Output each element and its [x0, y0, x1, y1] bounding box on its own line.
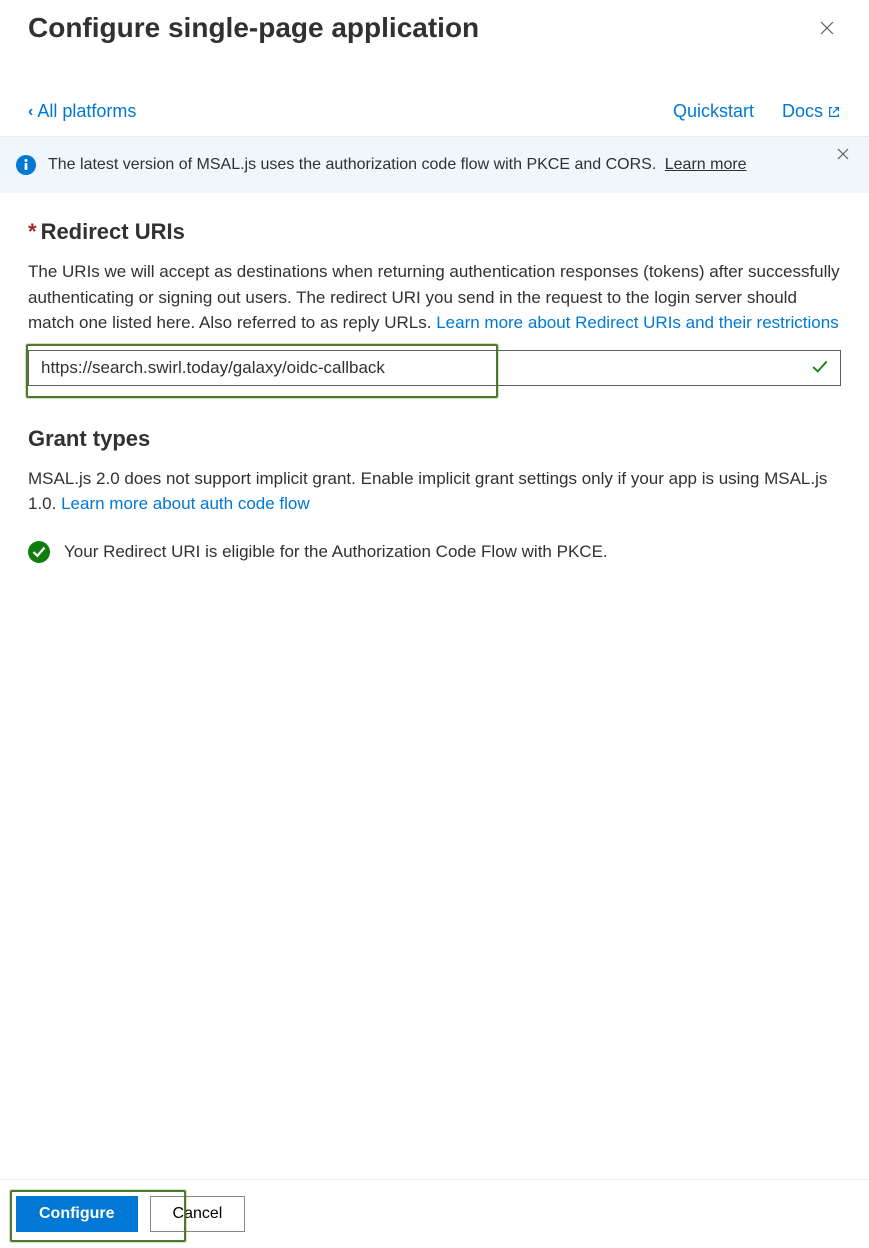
- all-platforms-label: All platforms: [37, 101, 136, 122]
- cancel-button[interactable]: Cancel: [150, 1196, 246, 1232]
- banner-learn-more-link[interactable]: Learn more: [665, 156, 747, 173]
- docs-link[interactable]: Docs: [782, 101, 841, 122]
- banner-close-button[interactable]: [837, 147, 849, 163]
- info-banner: The latest version of MSAL.js uses the a…: [0, 137, 869, 193]
- footer: Configure Cancel: [0, 1179, 869, 1248]
- close-button[interactable]: [813, 14, 841, 47]
- banner-text: The latest version of MSAL.js uses the a…: [48, 156, 656, 173]
- external-link-icon: [827, 105, 841, 119]
- grant-learn-more-link[interactable]: Learn more about auth code flow: [61, 494, 310, 513]
- quickstart-link[interactable]: Quickstart: [673, 101, 754, 122]
- all-platforms-link[interactable]: ‹ All platforms: [28, 101, 136, 122]
- close-icon: [819, 20, 835, 36]
- grant-types-heading: Grant types: [28, 426, 841, 452]
- page-title: Configure single-page application: [28, 10, 479, 46]
- required-asterisk: *: [28, 219, 37, 244]
- redirect-uri-input[interactable]: [28, 350, 841, 386]
- info-icon: [16, 155, 36, 175]
- chevron-left-icon: ‹: [28, 103, 33, 121]
- success-icon: [28, 541, 50, 563]
- close-icon: [837, 148, 849, 160]
- eligible-message: Your Redirect URI is eligible for the Au…: [64, 542, 608, 562]
- redirect-learn-more-link[interactable]: Learn more about Redirect URIs and their…: [436, 313, 839, 332]
- configure-button[interactable]: Configure: [16, 1196, 138, 1232]
- checkmark-icon: [811, 358, 829, 376]
- docs-label: Docs: [782, 101, 823, 122]
- redirect-uris-heading: *Redirect URIs: [28, 219, 841, 245]
